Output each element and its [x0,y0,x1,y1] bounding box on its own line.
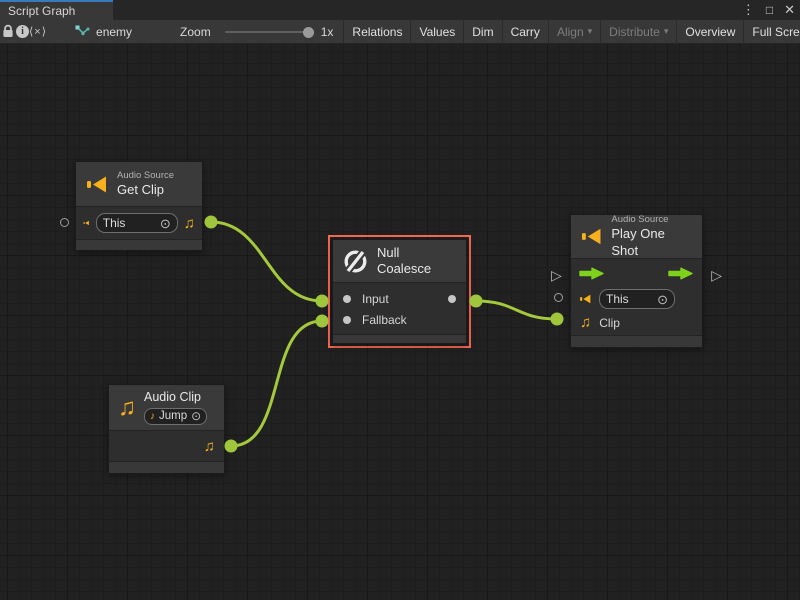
maximize-icon[interactable]: □ [766,0,773,20]
music-note-icon: ♪ [150,411,155,422]
tab-script-graph[interactable]: Script Graph [0,0,113,20]
node-title: Play One Shot [611,226,693,259]
control-output-port[interactable]: ▷ [711,268,722,282]
port-label: Clip [599,316,620,330]
port-label: Fallback [362,313,407,327]
node-header: Null Coalesce [333,240,466,283]
distribute-dropdown[interactable]: Distribute ▾ [600,20,676,44]
node-header: Audio Source Play One Shot [571,215,702,259]
fallback-port-row: Fallback [333,309,466,330]
control-flow-row [571,259,702,287]
node-category: Audio Source [611,214,693,226]
value-input-port[interactable] [554,293,563,302]
zoom-slider[interactable] [225,31,313,33]
node-output-row: ♫ [109,431,224,461]
info-button[interactable]: i [16,20,29,44]
align-dropdown[interactable]: Align ▾ [548,20,600,44]
tab-bar: Script Graph ⋮ □ ✕ [0,0,800,20]
lock-button[interactable] [0,20,16,44]
zoom-label: Zoom [180,25,211,39]
clip-row: ♫ Clip [571,311,702,334]
code-icon: ⟨×⟩ [29,25,47,38]
close-icon[interactable]: ✕ [784,0,795,20]
zoom-slider-handle[interactable] [303,27,314,38]
node-header: ♫ Audio Clip ♪ Jump ⊙ [109,385,224,431]
value-input-port[interactable] [60,218,69,227]
node-null-coalesce[interactable]: Null Coalesce Input Fallback [332,239,467,344]
node-header: Audio Source Get Clip [76,162,202,207]
graph-icon [75,25,90,38]
node-audio-clip-variable[interactable]: ♫ Audio Clip ♪ Jump ⊙ ♫ [108,384,225,474]
object-picker-icon[interactable]: ⊙ [191,410,201,422]
node-category: Audio Source [117,170,174,182]
info-icon: i [16,25,29,38]
dim-button[interactable]: Dim [463,20,501,44]
node-title: Audio Clip [144,390,207,406]
embed-graph-button[interactable]: ⟨×⟩ [29,20,47,44]
graph-name: enemy [96,25,132,39]
window-controls: ⋮ □ ✕ [742,0,795,20]
relations-button[interactable]: Relations [343,20,410,44]
fallback-port[interactable] [343,316,351,324]
graph-toolbar: i ⟨×⟩ enemy Zoom 1x Relations [0,20,800,44]
script-graph-window: Script Graph ⋮ □ ✕ i ⟨×⟩ [0,0,800,600]
chevron-down-icon: ▾ [588,26,593,37]
port-label: Input [362,292,389,306]
zoom-control: Zoom 1x [180,25,343,39]
node-footer [109,461,224,473]
audio-source-icon [85,174,109,195]
input-port-row: Input [333,288,466,309]
music-note-icon: ♫ [580,314,591,331]
input-port[interactable] [343,295,351,303]
variable-name: Jump [159,410,187,422]
control-input-port[interactable]: ▷ [551,268,562,282]
values-button[interactable]: Values [410,20,463,44]
variable-field[interactable]: ♪ Jump ⊙ [144,408,207,425]
flow-arrow-icon [668,267,694,280]
node-footer [333,334,466,343]
node-get-clip[interactable]: Audio Source Get Clip This ⊙ ♫ [75,161,203,251]
fullscreen-button[interactable]: Full Screen [743,20,800,44]
tab-label: Script Graph [8,4,75,18]
this-object-field[interactable]: This ⊙ [96,213,178,233]
audio-source-icon [579,293,592,305]
object-picker-icon[interactable]: ⊙ [657,293,668,306]
node-footer [571,335,702,347]
lock-icon [0,24,16,39]
music-note-icon: ♫ [184,215,195,232]
node-footer [76,239,202,250]
graph-breadcrumb[interactable]: enemy [47,25,144,39]
selection-outline: Null Coalesce Input Fallback [328,235,471,348]
chevron-down-icon: ▾ [664,26,669,37]
zoom-value: 1x [321,25,334,39]
menu-icon[interactable]: ⋮ [742,0,755,20]
node-play-one-shot[interactable]: ▷ ▷ Audio Source Play One Shot [570,214,703,348]
carry-button[interactable]: Carry [502,20,548,44]
node-title: Null Coalesce [377,245,457,278]
node-title: Get Clip [117,182,174,198]
flow-arrow-icon [579,267,605,280]
audio-source-icon [580,226,603,247]
target-row: This ⊙ [571,287,702,311]
this-object-field[interactable]: This ⊙ [599,289,675,309]
audio-source-icon [83,217,90,229]
music-note-icon: ♫ [204,438,215,455]
result-port[interactable] [448,295,456,303]
node-ports-row: This ⊙ ♫ [76,207,202,239]
overview-button[interactable]: Overview [676,20,743,44]
null-coalesce-icon [342,248,369,275]
object-picker-icon[interactable]: ⊙ [160,217,171,230]
music-note-icon: ♫ [118,394,136,422]
node-ports: Input Fallback [333,283,466,330]
